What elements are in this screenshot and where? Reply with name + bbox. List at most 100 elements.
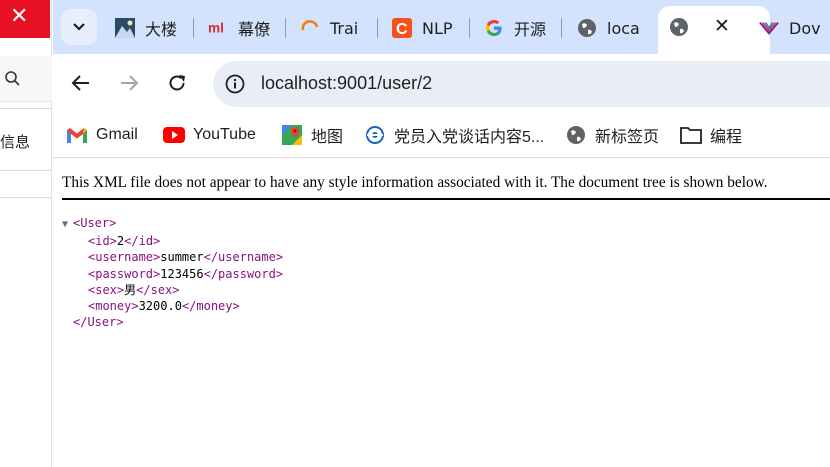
globe-icon: [565, 124, 587, 146]
xml-tag: <money>: [88, 299, 139, 314]
search-field[interactable]: [0, 56, 52, 102]
page-content: This XML file does not appear to have an…: [53, 159, 830, 467]
url-text: localhost:9001/user/2: [261, 73, 433, 93]
collapse-triangle-icon[interactable]: ▼: [62, 217, 73, 233]
tab-2[interactable]: ml 幕僚: [208, 10, 276, 46]
bookmark-label: 地图: [311, 129, 344, 146]
xml-tag: <User>: [73, 216, 117, 230]
tab-separator: [561, 18, 562, 38]
tab-6[interactable]: loca: [577, 10, 639, 46]
reload-icon: [169, 75, 185, 91]
tab-label: Trai: [330, 18, 359, 38]
close-button[interactable]: ✕: [0, 0, 50, 38]
chevron-down-icon: [73, 23, 85, 31]
tab-label: 幕僚: [238, 20, 271, 39]
tab-label: loca: [607, 18, 639, 38]
stripes-favicon-icon: [759, 18, 779, 38]
bookmark-gmail[interactable]: Gmail: [66, 123, 138, 147]
tab-3[interactable]: Trai: [300, 10, 362, 46]
xml-tag: <sex>: [88, 282, 125, 297]
tab-label: 大楼: [145, 20, 178, 39]
folder-icon: [680, 124, 702, 146]
svg-text:ml: ml: [208, 21, 224, 36]
bookmark-party[interactable]: 党员入党谈话内容5...: [364, 123, 544, 147]
xml-style-notice: This XML file does not appear to have an…: [62, 174, 830, 200]
google-favicon-icon: [484, 18, 504, 38]
xml-tag: </password>: [203, 266, 284, 281]
left-item-label[interactable]: 信息: [0, 131, 30, 152]
xml-value: 男: [124, 282, 137, 297]
bookmarks-bar: Gmail YouTube 地图 党员入党谈话内容5... 新标签页 编程: [53, 114, 830, 158]
address-bar[interactable]: localhost:9001/user/2: [213, 61, 830, 107]
globe-favicon-icon: [669, 17, 689, 41]
arrow-right-icon: [121, 75, 139, 91]
tab-label: 开源: [514, 20, 547, 39]
maps-icon: [281, 124, 303, 146]
bookmark-label: Gmail: [96, 126, 138, 143]
xml-tag: </username>: [203, 250, 284, 265]
xml-root-open-line: ▼ <User>: [62, 215, 283, 233]
xml-tag: </id>: [124, 234, 161, 249]
xml-tree: ▼ <User> <id>2</id> <username>summer</use…: [62, 215, 283, 330]
tab-search-button[interactable]: [61, 9, 97, 45]
forward-button[interactable]: [114, 68, 144, 98]
left-window: ✕ 信息: [0, 0, 52, 467]
bookmark-youtube[interactable]: YouTube: [163, 123, 256, 147]
xml-field-line: <password>123456</password>: [62, 266, 283, 282]
ml-favicon-icon: ml: [208, 18, 228, 38]
c-favicon-icon: C: [392, 18, 412, 38]
xml-tag: </User>: [73, 315, 124, 330]
xml-tag: <password>: [88, 266, 161, 281]
xml-tag: <id>: [88, 234, 117, 249]
reload-button[interactable]: [162, 68, 192, 98]
tab-active[interactable]: ✕: [658, 6, 770, 54]
tab-strip: 大楼 ml 幕僚 Trai C NLP 开源 loca ✕ Dov: [53, 0, 830, 54]
divider: [0, 108, 52, 109]
bookmark-label: YouTube: [193, 126, 256, 143]
arrow-left-icon: [71, 75, 89, 91]
browser-window: 大楼 ml 幕僚 Trai C NLP 开源 loca ✕ Dov localh…: [53, 0, 830, 467]
xml-value: summer: [160, 250, 204, 265]
bookmark-folder-programming[interactable]: 编程: [680, 123, 742, 147]
xml-field-line: <money>3200.0</money>: [62, 298, 283, 314]
search-icon: [5, 71, 20, 86]
navigation-toolbar: localhost:9001/user/2: [53, 54, 830, 114]
xml-value: 3200.0: [138, 299, 182, 314]
tab-5[interactable]: 开源: [484, 10, 550, 46]
xml-tag: </sex>: [136, 282, 180, 297]
tab-separator: [377, 18, 378, 38]
divider: [0, 170, 52, 171]
xml-tag: </money>: [181, 299, 240, 314]
bookmark-label: 党员入党谈话内容5...: [394, 129, 545, 146]
tab-4[interactable]: C NLP: [392, 10, 456, 46]
tab-label: NLP: [422, 18, 453, 38]
bookmark-maps[interactable]: 地图: [281, 123, 343, 147]
bookmark-label: 编程: [710, 129, 743, 146]
xml-root-close-line: </User>: [62, 314, 283, 330]
back-button[interactable]: [66, 68, 96, 98]
gmail-icon: [66, 124, 88, 146]
xml-field-line: <id>2</id>: [62, 233, 283, 249]
xml-value: 123456: [160, 266, 204, 281]
tab-close-icon[interactable]: ✕: [714, 15, 730, 37]
tab-separator: [285, 18, 286, 38]
tab-separator: [469, 18, 470, 38]
mountain-favicon-icon: [115, 18, 135, 38]
site-info-icon[interactable]: [225, 74, 245, 98]
tab-7[interactable]: Dov: [759, 10, 830, 46]
xml-tag: <username>: [88, 250, 161, 265]
bookmark-favicon-icon: [364, 124, 386, 146]
xml-field-line: <sex>男</sex>: [62, 282, 283, 298]
youtube-icon: [163, 124, 185, 146]
bookmark-label: 新标签页: [595, 129, 660, 146]
close-icon: ✕: [10, 4, 29, 29]
xml-field-line: <username>summer</username>: [62, 249, 283, 265]
bookmark-newtab[interactable]: 新标签页: [565, 123, 659, 147]
globe-favicon-icon: [577, 18, 597, 38]
tab-separator: [193, 18, 194, 38]
swirl-favicon-icon: [300, 18, 320, 38]
tab-1[interactable]: 大楼: [115, 10, 181, 46]
svg-text:C: C: [396, 21, 408, 38]
divider: [0, 197, 52, 198]
tab-label: Dov: [789, 18, 821, 38]
